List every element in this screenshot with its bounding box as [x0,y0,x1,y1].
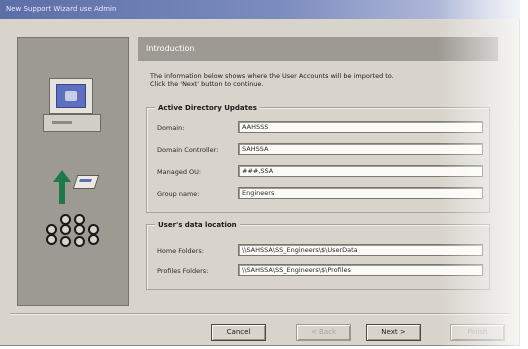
cancel-button[interactable]: Cancel [211,324,266,341]
active-directory-legend: Active Directory Updates [155,104,260,112]
monitor-frame [49,78,93,114]
window-title: New Support Wizard use Admin [6,5,117,13]
window-title-bar[interactable]: New Support Wizard use Admin [0,0,520,19]
group-name-field[interactable]: Engineers [238,187,483,199]
wizard-window: New Support Wizard use Admin Introductio… [0,0,520,346]
monitor-screen [56,84,86,108]
domain-controller-label: Domain Controller: [157,146,219,154]
intro-line-2: Click the 'Next' button to continue. [150,80,264,88]
domain-controller-field[interactable]: SAHSSA [238,143,483,155]
domain-field[interactable]: AAHSSS [238,121,483,133]
wizard-content: Introduction The information below shows… [138,37,498,305]
page-title: Introduction [138,37,498,61]
upload-arrow-icon [53,170,71,204]
active-directory-group: Active Directory Updates Domain: AAHSSS … [146,104,490,213]
home-folders-field[interactable]: \\SAHSSA\SS_Engineers\$\UserData [238,244,483,256]
managed-ou-label: Managed OU: [157,168,202,176]
next-button[interactable]: Next > [366,324,421,341]
users-icon [38,214,99,254]
profiles-folders-label: Profiles Folders: [157,267,209,275]
screen-logo [65,91,77,101]
data-location-legend: User's data location [155,221,240,229]
intro-text: The information below shows where the Us… [150,72,480,88]
computer-case [43,114,101,132]
managed-ou-field[interactable]: ###,SSA [238,165,483,177]
home-folders-label: Home Folders: [157,247,204,255]
finish-button[interactable]: Finish [450,324,505,341]
wizard-side-panel [17,37,129,306]
package-icon [72,175,100,189]
computer-icon [43,78,101,134]
domain-label: Domain: [157,124,185,132]
back-button[interactable]: < Back [296,324,351,341]
data-location-group: User's data location Home Folders: \\SAH… [146,221,490,290]
intro-line-1: The information below shows where the Us… [150,72,394,80]
button-separator [10,313,510,315]
profiles-folders-field[interactable]: \\SAHSSA\SS_Engineers\$\Profiles [238,264,483,276]
group-name-label: Group name: [157,190,200,198]
